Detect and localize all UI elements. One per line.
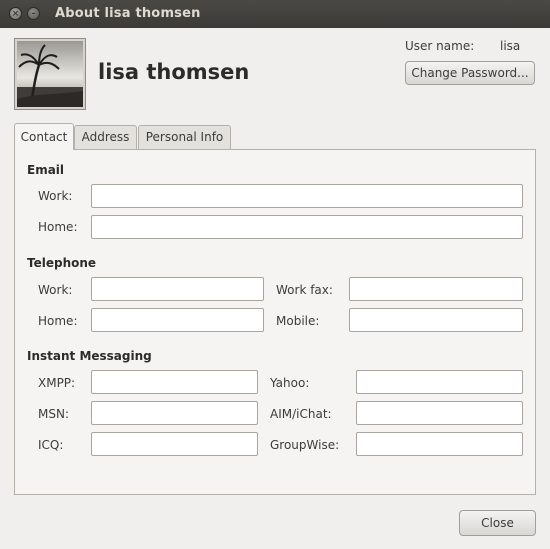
icq-field[interactable] [91, 432, 258, 456]
mobile-field[interactable] [349, 308, 523, 332]
window-title: About lisa thomsen [55, 6, 201, 21]
mobile-label: Mobile: [276, 314, 320, 328]
username-label: User name: [405, 39, 475, 53]
email-work-field[interactable] [91, 184, 523, 208]
xmpp-field[interactable] [91, 370, 258, 394]
aim-label: AIM/iChat: [270, 407, 332, 421]
msn-label: MSN: [38, 407, 69, 421]
yahoo-label: Yahoo: [270, 376, 310, 390]
avatar-image [17, 41, 83, 107]
aim-field[interactable] [356, 401, 523, 425]
groupwise-label: GroupWise: [270, 438, 340, 452]
yahoo-field[interactable] [356, 370, 523, 394]
email-work-label: Work: [38, 189, 73, 203]
phone-home-label: Home: [38, 314, 78, 328]
phone-home-field[interactable] [91, 308, 264, 332]
avatar[interactable] [14, 38, 86, 110]
username-value: lisa [500, 39, 521, 53]
change-password-button[interactable]: Change Password... [405, 61, 535, 85]
icq-label: ICQ: [38, 438, 64, 452]
title-bar[interactable]: × – About lisa thomsen [0, 0, 550, 28]
xmpp-label: XMPP: [38, 376, 76, 390]
msn-field[interactable] [91, 401, 258, 425]
telephone-heading: Telephone [27, 256, 97, 270]
full-name: lisa thomsen [98, 60, 250, 84]
tab-personal-info[interactable]: Personal Info [138, 125, 231, 149]
close-button[interactable]: Close [459, 510, 536, 536]
email-home-label: Home: [38, 220, 78, 234]
email-heading: Email [27, 163, 65, 177]
phone-work-field[interactable] [91, 277, 264, 301]
im-heading: Instant Messaging [27, 349, 152, 363]
tab-contact[interactable]: Contact [14, 123, 74, 150]
contact-panel: Email Work: Home: Telephone Work: Work f… [14, 149, 536, 495]
tab-address[interactable]: Address [74, 125, 137, 149]
phone-work-label: Work: [38, 283, 73, 297]
minimize-icon[interactable]: – [27, 7, 40, 20]
work-fax-label: Work fax: [276, 283, 333, 297]
work-fax-field[interactable] [349, 277, 523, 301]
email-home-field[interactable] [91, 215, 523, 239]
about-me-dialog: × – About lisa thomsen lisa thomsen User… [0, 0, 550, 549]
close-icon[interactable]: × [9, 7, 22, 20]
groupwise-field[interactable] [356, 432, 523, 456]
